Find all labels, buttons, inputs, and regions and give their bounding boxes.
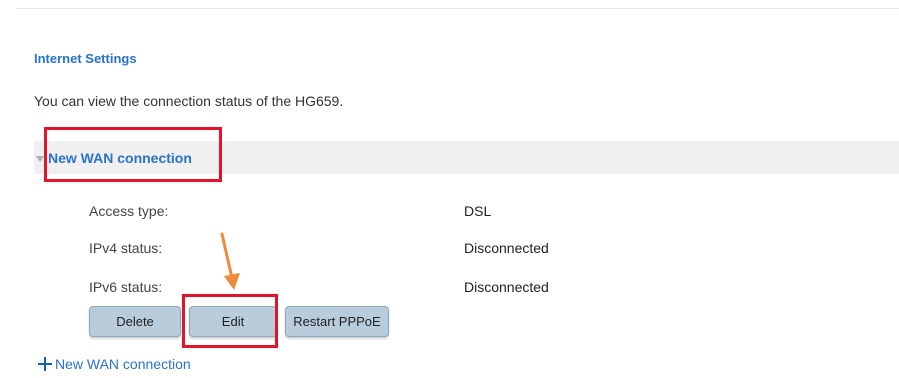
internet-settings-page: Internet Settings You can view the conne… (0, 0, 899, 378)
add-wan-connection-label: New WAN connection (55, 356, 191, 372)
annotation-arrow-down-icon (220, 232, 240, 290)
delete-button[interactable]: Delete (89, 306, 181, 337)
add-wan-connection-link[interactable]: New WAN connection (38, 356, 191, 372)
ipv4-status-value: Disconnected (464, 240, 549, 256)
ipv4-status-row: IPv4 status: Disconnected (89, 240, 689, 258)
ipv6-status-row: IPv6 status: Disconnected (89, 279, 689, 297)
section-description: You can view the connection status of th… (34, 93, 344, 109)
restart-pppoe-button[interactable]: Restart PPPoE (285, 306, 389, 337)
access-type-row: Access type: DSL (89, 203, 689, 221)
ipv6-status-label: IPv6 status: (89, 279, 163, 295)
wan-connection-header[interactable]: New WAN connection (34, 141, 899, 174)
plus-icon (38, 357, 52, 371)
access-type-value: DSL (464, 203, 492, 219)
ipv6-status-value: Disconnected (464, 279, 549, 295)
section-title: Internet Settings (34, 51, 137, 66)
collapse-triangle-icon[interactable] (36, 155, 44, 162)
ipv4-status-label: IPv4 status: (89, 240, 163, 256)
access-type-label: Access type: (89, 203, 169, 219)
edit-button[interactable]: Edit (189, 306, 277, 337)
top-divider (16, 8, 899, 9)
wan-connection-title-link[interactable]: New WAN connection (48, 150, 192, 166)
